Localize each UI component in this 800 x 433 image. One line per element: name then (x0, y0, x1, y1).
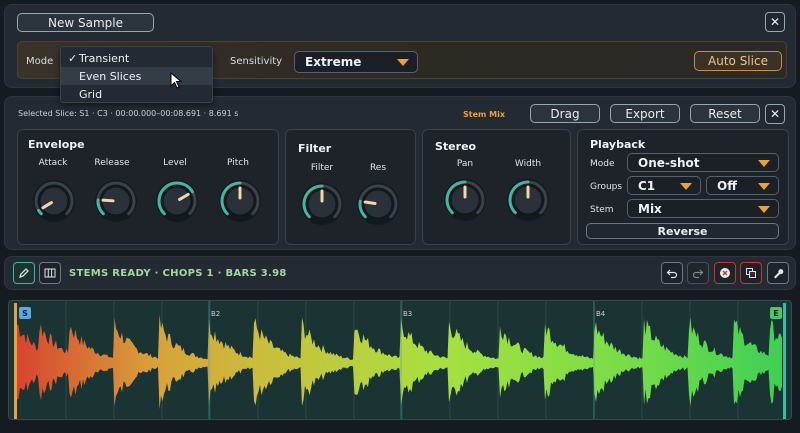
pencil-tool-button[interactable] (13, 262, 35, 284)
undo-icon (666, 269, 678, 279)
mouse-cursor-icon (170, 72, 182, 89)
menu-item-label: Transient (79, 51, 130, 65)
filter-section: Filter Filter Res (285, 129, 416, 245)
selected-slice-info: Selected Slice: S1 · C3 · 00:00.000–00:0… (18, 109, 239, 118)
drag-button[interactable]: Drag (530, 104, 600, 123)
pencil-icon (18, 268, 29, 279)
bar-marker: B4 (596, 310, 606, 318)
bar-marker: B3 (403, 310, 413, 318)
knob-label: Res (369, 163, 387, 173)
groups-dropdown[interactable]: C1 (627, 176, 701, 195)
attack-knob[interactable] (32, 179, 76, 223)
release-knob[interactable] (94, 179, 138, 223)
knob-label: Pitch (227, 158, 249, 168)
menu-item-transient[interactable]: ✓ Transient (61, 49, 212, 67)
start-marker[interactable]: S (19, 307, 31, 319)
menu-item-label: Even Slices (79, 69, 142, 83)
knob-label: Width (514, 159, 542, 169)
playback-section: Playback Mode One-shot Groups C1 Off Ste… (577, 129, 789, 245)
export-button[interactable]: Export (610, 104, 680, 123)
menu-item-label: Grid (79, 87, 103, 101)
waveform-canvas (14, 301, 787, 419)
envelope-section: Envelope Attack Release Level Pitch (17, 129, 279, 245)
playback-mode-dropdown[interactable]: One-shot (627, 153, 779, 172)
clear-circle-icon (720, 268, 730, 278)
waveform-path (17, 314, 782, 410)
playback-title: Playback (590, 138, 646, 151)
close-top-button[interactable]: ✕ (765, 12, 785, 32)
groups-off-dropdown[interactable]: Off (706, 176, 779, 195)
auto-slice-button[interactable]: Auto Slice (694, 51, 782, 71)
caret-down-icon (397, 59, 409, 66)
close-icon: ✕ (769, 107, 781, 121)
sensitivity-label: Sensitivity (230, 56, 283, 67)
clear-button[interactable] (714, 262, 736, 284)
reset-button[interactable]: Reset (690, 104, 760, 123)
close-icon: ✕ (769, 15, 781, 29)
filter-title: Filter (298, 142, 332, 155)
new-sample-button[interactable]: New Sample (17, 13, 154, 32)
stem-dropdown[interactable]: Mix (627, 199, 779, 218)
res-knob[interactable] (356, 182, 400, 226)
caret-down-icon (758, 182, 770, 190)
check-icon: ✓ (68, 51, 78, 65)
groups-label: Groups (590, 182, 623, 192)
knob-label: Pan (456, 159, 474, 169)
menu-item-even-slices[interactable]: Even Slices (61, 67, 212, 85)
settings-button[interactable] (767, 262, 789, 284)
duplicate-button[interactable] (740, 262, 762, 284)
close-slice-button[interactable]: ✕ (765, 104, 785, 124)
level-knob[interactable] (155, 179, 199, 223)
caret-down-icon (758, 159, 770, 167)
pan-knob[interactable] (443, 178, 487, 222)
knob-label: Release (94, 158, 130, 168)
groups-off-value: Off (717, 178, 737, 193)
sensitivity-value: Extreme (305, 55, 362, 69)
start-playhead[interactable] (14, 303, 17, 419)
width-knob[interactable] (506, 178, 550, 222)
mode-menu: ✓ Transient Even Slices Grid (60, 46, 213, 103)
redo-icon (692, 269, 704, 279)
menu-item-grid[interactable]: Grid (61, 85, 212, 103)
keyboard-button[interactable] (39, 262, 61, 284)
knob-label: Filter (310, 163, 334, 173)
copy-icon (746, 268, 756, 278)
status-text: STEMS READY · CHOPS 1 · BARS 3.98 (69, 268, 287, 279)
waveform-view[interactable]: B2 B3 B4 S E (8, 300, 792, 420)
pitch-knob[interactable] (218, 179, 262, 223)
stem-label: Stem (590, 205, 614, 215)
stem-mix-label: Stem Mix (463, 110, 505, 119)
envelope-title: Envelope (28, 138, 85, 151)
caret-down-icon (680, 182, 692, 190)
mode-label: Mode (26, 56, 54, 67)
end-marker[interactable]: E (770, 307, 782, 319)
stereo-title: Stereo (435, 140, 477, 153)
toolbar: STEMS READY · CHOPS 1 · BARS 3.98 (4, 256, 796, 290)
filter-knob[interactable] (300, 182, 344, 226)
wrench-icon (774, 269, 784, 279)
caret-down-icon (758, 205, 770, 213)
stem-value: Mix (638, 201, 662, 216)
bar-marker: B2 (211, 310, 221, 318)
reverse-button[interactable]: Reverse (586, 223, 779, 239)
stereo-section: Stereo Pan Width (422, 129, 571, 245)
undo-button[interactable] (661, 262, 683, 284)
slice-panel: Selected Slice: S1 · C3 · 00:00.000–00:0… (4, 96, 796, 250)
playback-mode-label: Mode (590, 159, 615, 169)
playback-mode-value: One-shot (638, 155, 700, 170)
end-playhead[interactable] (783, 303, 786, 419)
knob-label: Attack (38, 158, 68, 168)
knob-label: Level (163, 158, 187, 168)
sensitivity-dropdown[interactable]: Extreme (294, 51, 418, 73)
groups-value: C1 (638, 178, 656, 193)
piano-keys-icon (44, 268, 56, 278)
redo-button[interactable] (687, 262, 709, 284)
